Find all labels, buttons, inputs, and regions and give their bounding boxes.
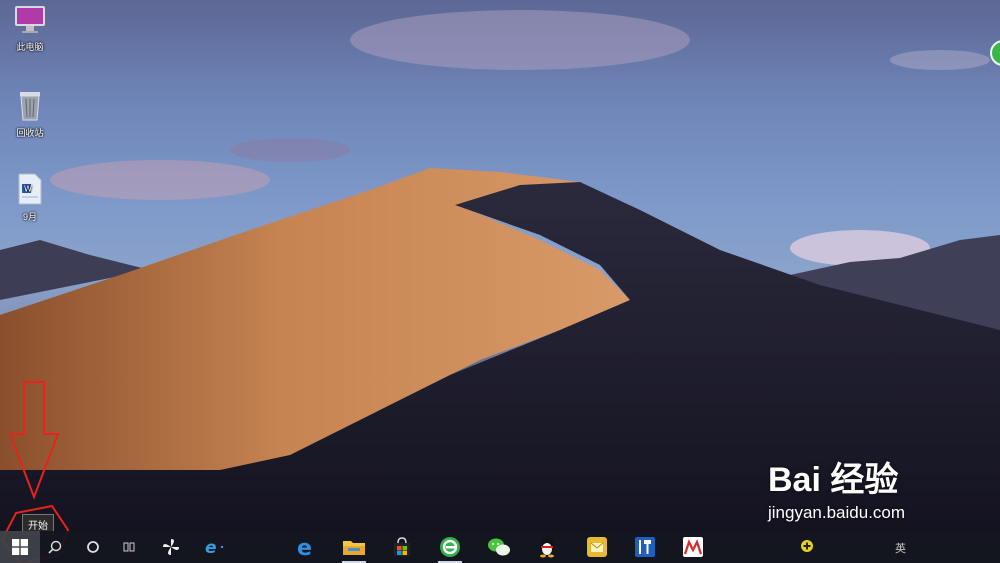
watermark-url: jingyan.baidu.com — [768, 503, 906, 522]
task-view-button[interactable] — [114, 531, 144, 563]
taskbar-app-360-browser[interactable] — [432, 531, 468, 563]
svg-text:e: e — [297, 536, 312, 558]
wechat-icon — [488, 538, 510, 556]
mail-app-icon — [587, 537, 607, 557]
windows-logo-icon — [12, 539, 28, 555]
taskbar-app-edge[interactable]: e — [290, 531, 322, 563]
cortana-button[interactable] — [78, 531, 108, 563]
svg-text:e: e — [205, 538, 217, 557]
tray-plus-icon[interactable] — [800, 539, 814, 553]
start-button[interactable] — [0, 531, 40, 563]
desktop-icon-recycle-bin[interactable]: 回收站 — [0, 88, 60, 139]
search-button[interactable] — [40, 531, 70, 563]
task-view-icon — [123, 542, 135, 552]
system-tray: 英 — [760, 531, 1000, 563]
pinwheel-app-icon — [163, 539, 179, 555]
search-icon — [48, 540, 62, 554]
desktop: 此电脑 回收站 W 9月 40 Bai 经验 jingyan.b — [0, 0, 1000, 563]
taskbar-app-ie[interactable]: e — [195, 531, 233, 563]
store-icon — [394, 537, 410, 556]
taskbar-app-tool[interactable] — [628, 531, 662, 563]
ime-indicator[interactable]: 英 — [895, 540, 906, 556]
qq-penguin-icon — [540, 538, 554, 558]
baidu-jingyan-watermark: Bai 经验 jingyan.baidu.com — [768, 452, 978, 523]
taskbar-app-file-explorer[interactable] — [336, 531, 372, 563]
taskbar-app-wechat[interactable] — [482, 531, 516, 563]
svg-text:W: W — [24, 185, 32, 194]
edge-icon: e — [297, 536, 312, 558]
file-explorer-icon — [343, 541, 365, 555]
desktop-icon-computer[interactable]: 此电脑 — [0, 4, 60, 53]
taskbar-app-pinwheel[interactable] — [155, 531, 187, 563]
desktop-icon-label: 此电脑 — [16, 42, 44, 52]
taskbar-app-wps[interactable] — [676, 531, 710, 563]
desktop-icon-document[interactable]: W 9月 — [0, 172, 60, 223]
word-document-icon: W — [0, 172, 60, 208]
360-browser-icon — [440, 537, 460, 557]
internet-explorer-icon: e — [205, 538, 224, 557]
desktop-icon-label: 9月 — [22, 212, 37, 222]
taskbar-app-qq[interactable] — [530, 531, 564, 563]
taskbar-app-store[interactable] — [386, 531, 418, 563]
recycle-bin-icon — [0, 88, 60, 124]
taskbar-app-mail[interactable] — [580, 531, 614, 563]
desktop-icon-label: 回收站 — [16, 128, 44, 138]
cortana-icon — [87, 541, 99, 553]
wps-icon — [683, 537, 703, 557]
watermark-logo: Bai 经验 — [768, 461, 899, 499]
tool-app-icon — [635, 537, 655, 557]
computer-icon — [0, 4, 60, 38]
